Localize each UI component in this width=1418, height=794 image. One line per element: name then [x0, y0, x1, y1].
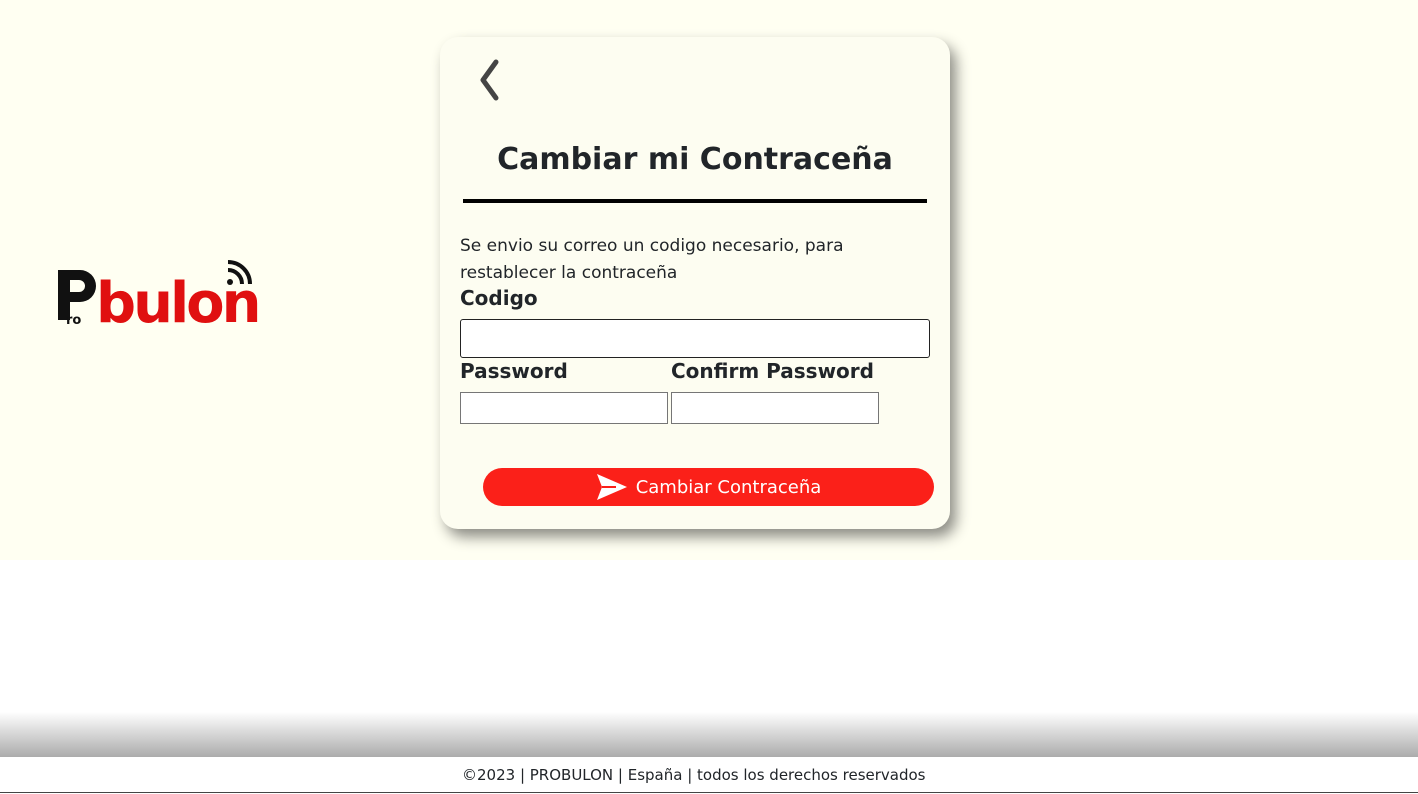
change-password-button-label: Cambiar Contraceña: [635, 476, 822, 498]
password-label: Password: [460, 359, 568, 383]
probulon-logo: ro bulon: [56, 258, 276, 328]
svg-text:bulon: bulon: [96, 271, 259, 328]
change-password-button[interactable]: Cambiar Contraceña: [483, 468, 934, 506]
confirm-password-label: Confirm Password: [671, 359, 874, 383]
code-label: Codigo: [460, 286, 538, 310]
footer-copyright: ©2023 | PROBULON | España | todos los de…: [462, 766, 926, 784]
code-input[interactable]: [460, 319, 930, 358]
confirm-password-input[interactable]: [671, 392, 879, 424]
send-icon: [596, 473, 628, 501]
change-password-card: Cambiar mi Contraceña Se envio su correo…: [440, 37, 950, 529]
info-text: Se envio su correo un codigo necesario, …: [460, 236, 844, 283]
svg-text:ro: ro: [66, 313, 81, 328]
footer-shadow: [0, 712, 1418, 758]
title-divider: [463, 199, 927, 203]
hero-section: ro bulon Cambiar mi Contraceña Se envio …: [0, 0, 1418, 560]
password-input[interactable]: [460, 392, 668, 424]
page-title: Cambiar mi Contraceña: [497, 142, 893, 177]
footer: ©2023 | PROBULON | España | todos los de…: [0, 757, 1418, 793]
back-button[interactable]: [476, 57, 508, 103]
chevron-left-icon: [480, 59, 499, 101]
